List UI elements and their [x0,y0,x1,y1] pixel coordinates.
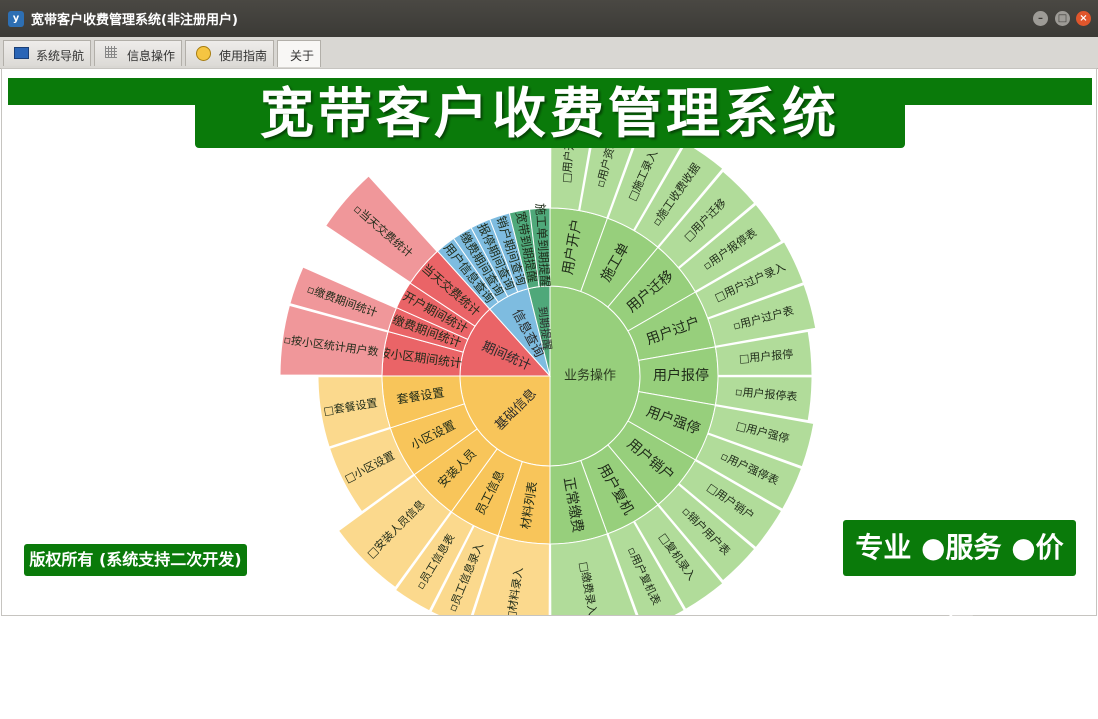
bottom-blank [0,617,1098,719]
sunburst-child-label: 用户报停 [653,367,709,384]
banner-title: 宽带客户收费管理系统 [195,80,905,148]
sunburst-category-label: 业务操作 [564,368,616,384]
slogan-label: 专业 ●服务 ●价值 [843,520,1076,620]
copyright-label: 版权所有 (系统支持二次开发) [24,544,247,576]
